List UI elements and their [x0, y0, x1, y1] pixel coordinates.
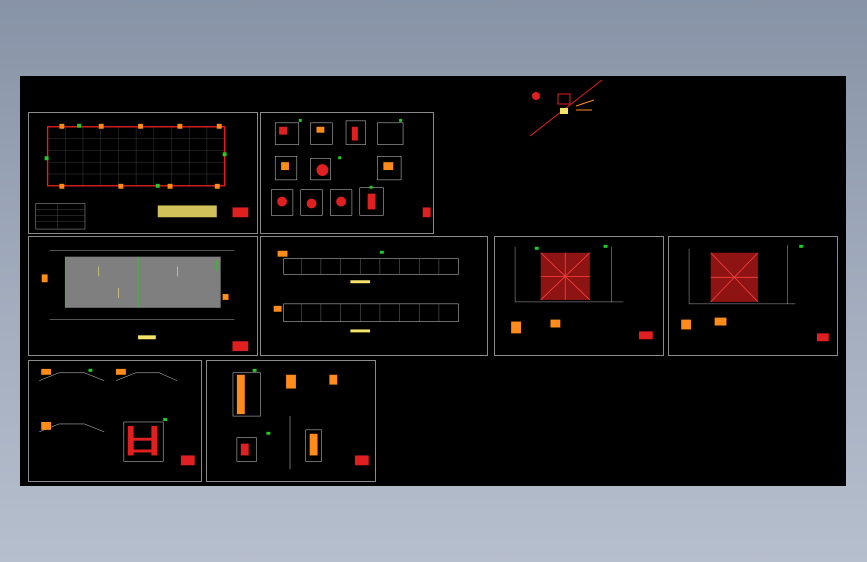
- sheet-frame-elevation-1[interactable]: [494, 236, 664, 356]
- north-arrow-symbol: [529, 79, 603, 137]
- floor-plan-drawing: [35, 123, 249, 230]
- sections-drawing: [39, 368, 195, 466]
- sheet-roof-plan[interactable]: [28, 236, 258, 356]
- sheet-details-2[interactable]: [206, 360, 376, 482]
- details-2-drawing: [232, 368, 369, 470]
- elevations-drawing: [273, 250, 459, 333]
- details-drawing: [271, 118, 431, 218]
- frame-elevation-1-drawing: [511, 244, 653, 340]
- sheet-plan-columns[interactable]: [28, 112, 258, 234]
- sheet-elevations[interactable]: [260, 236, 488, 356]
- sheet-details-1[interactable]: [260, 112, 434, 234]
- sheet-sections-1[interactable]: [28, 360, 202, 482]
- sheet-frame-elevation-2[interactable]: [668, 236, 838, 356]
- frame-elevation-2-drawing: [681, 244, 829, 342]
- cad-model-space[interactable]: [20, 76, 846, 486]
- roof-plan-drawing: [41, 250, 249, 352]
